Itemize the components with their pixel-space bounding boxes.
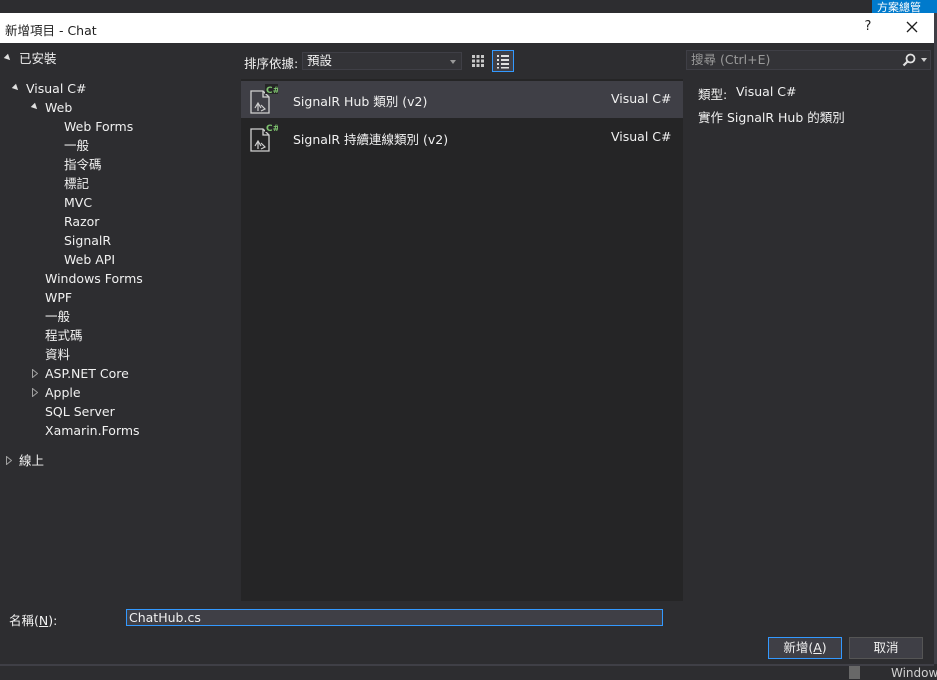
tree-node-mvc[interactable]: MVC bbox=[64, 193, 92, 212]
background-tab-label: 方案總管 bbox=[877, 1, 921, 13]
expand-arrow-icon bbox=[11, 83, 21, 93]
name-label-text: 名稱 bbox=[9, 613, 35, 628]
detail-type-value: Visual C# bbox=[736, 84, 797, 99]
collapse-arrow-icon bbox=[32, 388, 38, 397]
collapse-arrow-icon bbox=[6, 456, 12, 465]
sort-by-value: 預設 bbox=[307, 53, 333, 68]
sort-by-label: 排序依據: bbox=[244, 56, 299, 71]
close-icon bbox=[906, 21, 918, 33]
tree-node-label: Visual C# bbox=[26, 81, 87, 96]
tree-node-label: Apple bbox=[45, 385, 81, 400]
expand-arrow-icon bbox=[30, 102, 40, 112]
tree-node-windows-forms[interactable]: Windows Forms bbox=[45, 269, 143, 288]
tree-node-wpf[interactable]: WPF bbox=[45, 288, 72, 307]
tree-node-data[interactable]: 資料 bbox=[45, 345, 70, 364]
tree-node-sql-server[interactable]: SQL Server bbox=[45, 402, 115, 421]
background-scrollbar bbox=[849, 666, 860, 679]
name-input[interactable] bbox=[126, 609, 663, 626]
grid-view-button[interactable] bbox=[469, 52, 487, 70]
tree-node-script[interactable]: 指令碼 bbox=[64, 155, 102, 174]
csharp-badge: C# bbox=[266, 124, 278, 134]
background-status-area: Window bbox=[0, 664, 937, 680]
tree-node-xamarin-forms[interactable]: Xamarin.Forms bbox=[45, 421, 140, 440]
cancel-button[interactable]: 取消 bbox=[849, 637, 923, 659]
list-view-icon bbox=[497, 55, 509, 69]
template-list: C# SignalR Hub 類別 (v2) Visual C# C# Sign… bbox=[241, 79, 683, 601]
search-placeholder: 搜尋 (Ctrl+E) bbox=[691, 52, 771, 67]
name-accelerator: N bbox=[38, 613, 49, 628]
template-language: Visual C# bbox=[611, 129, 672, 144]
dialog-title: 新增項目 - Chat bbox=[5, 23, 97, 38]
background-solution-explorer-tab: 方案總管 bbox=[872, 0, 937, 13]
grid-view-icon bbox=[472, 55, 484, 67]
csharp-badge: C# bbox=[266, 86, 278, 96]
help-button[interactable]: ? bbox=[860, 19, 876, 34]
template-item-signalr-persistent-connection[interactable]: C# SignalR 持續連線類別 (v2) Visual C# bbox=[241, 119, 683, 156]
tree-node-label: 線上 bbox=[19, 453, 45, 468]
add-button-label: 新增 bbox=[783, 640, 809, 655]
csharp-file-icon: C# bbox=[248, 122, 280, 154]
search-icon[interactable] bbox=[902, 53, 916, 67]
name-label: 名稱(N): bbox=[9, 613, 58, 628]
tree-node-general[interactable]: 一般 bbox=[64, 136, 89, 155]
csharp-file-icon: C# bbox=[248, 84, 280, 116]
tree-node-code[interactable]: 程式碼 bbox=[45, 326, 83, 345]
dialog-title-bar: 新增項目 - Chat ? bbox=[0, 13, 934, 43]
add-accelerator: A bbox=[813, 640, 822, 655]
tree-node-label: 已安裝 bbox=[19, 51, 57, 66]
close-button[interactable] bbox=[900, 16, 924, 38]
tree-node-razor[interactable]: Razor bbox=[64, 212, 99, 231]
search-options-dropdown-icon[interactable] bbox=[921, 58, 927, 62]
tree-node-markup[interactable]: 標記 bbox=[64, 174, 89, 193]
detail-type-label: 類型: bbox=[698, 87, 728, 102]
expand-arrow-icon bbox=[3, 53, 13, 63]
template-search-box[interactable]: 搜尋 (Ctrl+E) bbox=[686, 50, 931, 70]
list-view-button[interactable] bbox=[492, 50, 514, 72]
tree-node-web-api[interactable]: Web API bbox=[64, 250, 115, 269]
template-item-signalr-hub[interactable]: C# SignalR Hub 類別 (v2) Visual C# bbox=[241, 81, 683, 118]
dialog-bottom-border bbox=[0, 664, 934, 666]
tree-node-general-2[interactable]: 一般 bbox=[45, 307, 70, 326]
tree-node-label: Web bbox=[45, 100, 73, 115]
sort-by-dropdown[interactable]: 預設 bbox=[302, 52, 462, 70]
add-button[interactable]: 新增(A) bbox=[768, 637, 842, 659]
detail-description: 實作 SignalR Hub 的類別 bbox=[698, 110, 845, 125]
template-name: SignalR 持續連線類別 (v2) bbox=[293, 132, 449, 147]
template-name: SignalR Hub 類別 (v2) bbox=[293, 94, 428, 109]
background-window-text: Window bbox=[891, 666, 937, 680]
collapse-arrow-icon bbox=[32, 369, 38, 378]
chevron-down-icon bbox=[450, 60, 456, 64]
tree-node-signalr[interactable]: SignalR bbox=[64, 231, 111, 250]
tree-node-web-forms[interactable]: Web Forms bbox=[64, 117, 133, 136]
tree-node-label: ASP.NET Core bbox=[45, 366, 129, 381]
template-language: Visual C# bbox=[611, 91, 672, 106]
